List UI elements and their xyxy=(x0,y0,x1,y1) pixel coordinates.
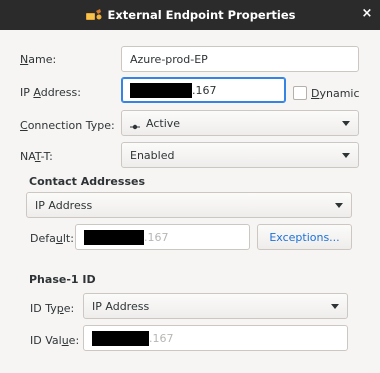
ip-address-suffix: .167 xyxy=(192,83,217,97)
default-address-field: .167 xyxy=(75,224,250,250)
redacted-block xyxy=(92,330,149,346)
connection-active-icon xyxy=(130,120,140,130)
dynamic-label[interactable]: Dynamic xyxy=(311,87,360,100)
id-type-value: IP Address xyxy=(92,299,150,313)
redacted-block xyxy=(130,82,192,98)
chevron-down-icon xyxy=(342,121,350,126)
id-type-label: ID Type: xyxy=(30,302,75,315)
contact-addresses-heading: Contact Addresses xyxy=(29,175,145,188)
window-title: External Endpoint Properties xyxy=(107,8,296,22)
natt-value: Enabled xyxy=(130,148,175,162)
contact-mode-value: IP Address xyxy=(35,198,93,212)
name-field[interactable]: Azure-prod-EP xyxy=(121,46,359,72)
redacted-block xyxy=(84,229,144,245)
natt-combo[interactable]: Enabled xyxy=(121,142,359,168)
name-value: Azure-prod-EP xyxy=(130,52,208,66)
title-bar: External Endpoint Properties × xyxy=(0,0,380,30)
id-value-label: ID Value: xyxy=(30,334,80,347)
chevron-down-icon xyxy=(335,203,343,208)
dynamic-checkbox[interactable] xyxy=(293,86,307,100)
connection-type-label: Connection Type: xyxy=(20,119,115,132)
chevron-down-icon xyxy=(331,304,339,309)
connection-type-value: Active xyxy=(146,116,181,130)
chevron-down-icon xyxy=(342,153,350,158)
default-label: Default: xyxy=(30,232,74,245)
exceptions-button-label: Exceptions... xyxy=(269,230,340,244)
endpoint-app-icon xyxy=(85,8,103,22)
exceptions-button[interactable]: Exceptions... xyxy=(257,224,352,250)
dialog-body: Name: Azure-prod-EP IP Address: .167 Dyn… xyxy=(2,30,378,373)
name-label: Name: xyxy=(20,53,57,66)
default-address-suffix: .167 xyxy=(144,230,169,244)
natt-label: NAT-T: xyxy=(20,150,53,163)
close-icon[interactable]: × xyxy=(360,7,374,21)
phase1-id-heading: Phase-1 ID xyxy=(29,273,96,286)
title-wrap: External Endpoint Properties xyxy=(85,8,296,22)
id-type-combo[interactable]: IP Address xyxy=(83,293,348,319)
connection-type-combo[interactable]: Active xyxy=(121,110,359,136)
ip-address-label: IP Address: xyxy=(20,86,81,99)
id-value-field: .167 xyxy=(83,325,348,351)
id-value-suffix: .167 xyxy=(149,331,174,345)
ip-address-field[interactable]: .167 xyxy=(121,77,286,103)
contact-mode-combo[interactable]: IP Address xyxy=(26,192,352,218)
